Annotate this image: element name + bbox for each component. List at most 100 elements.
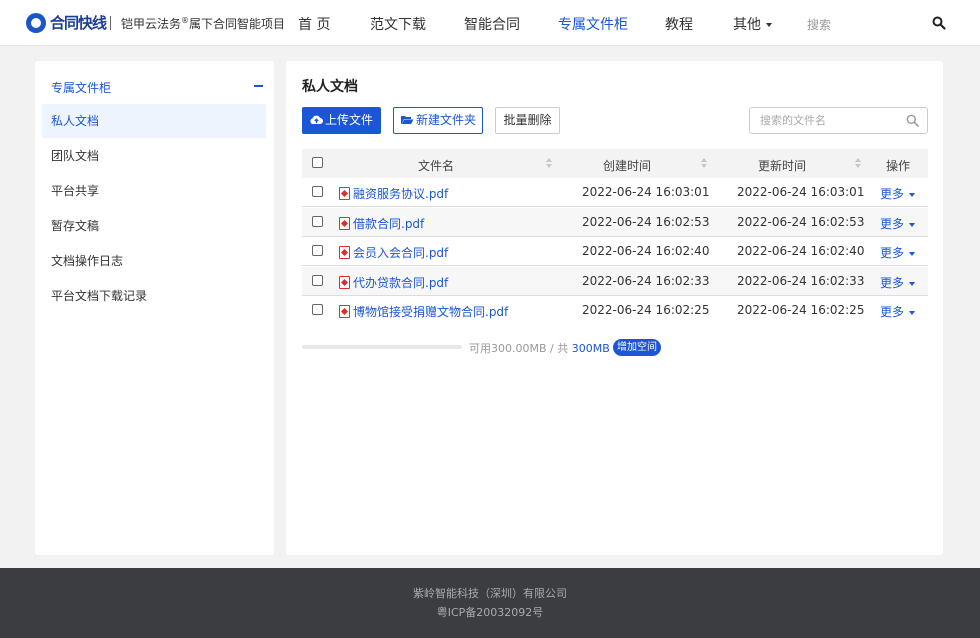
page-title: 私人文档 (302, 79, 358, 95)
file-name-link[interactable]: 代办贷款合同.pdf (353, 274, 448, 291)
logo-icon (26, 12, 46, 33)
top-header: 合同快线 铠甲云法务®属下合同智能项目 首 页 范文下载 智能合同 专属文件柜 … (0, 0, 980, 46)
updated-time: 2022-06-24 16:02:53 (737, 215, 865, 229)
logo-text: 合同快线 (50, 14, 107, 32)
created-time: 2022-06-24 16:02:40 (582, 244, 710, 258)
file-name-link[interactable]: 博物馆接受捐赠文物合同.pdf (353, 303, 508, 320)
table-row: 会员入会合同.pdf 2022-06-24 16:02:40 2022-06-2… (302, 237, 928, 266)
folder-open-icon (400, 116, 414, 124)
more-actions-dropdown[interactable]: 更多 (880, 244, 916, 261)
more-actions-label: 更多 (880, 305, 905, 319)
more-actions-label: 更多 (880, 276, 905, 290)
more-actions-label: 更多 (880, 217, 905, 231)
logo-subtitle: 铠甲云法务®属下合同智能项目 (121, 16, 286, 31)
chevron-down-icon (909, 281, 916, 286)
nav-templates[interactable]: 范文下载 (370, 14, 426, 34)
footer-icp[interactable]: 粤ICP备20032092号 (0, 604, 980, 620)
more-actions-label: 更多 (880, 246, 905, 260)
table-header: 文件名 创建时间 更新时间 操作 (302, 149, 928, 178)
sort-icon[interactable] (546, 158, 552, 169)
sidebar-heading-label: 专属文件柜 (51, 81, 112, 95)
nav-file-cabinet[interactable]: 专属文件柜 (558, 14, 628, 34)
search-icon[interactable] (932, 16, 946, 30)
pdf-file-icon (339, 246, 350, 259)
table-row: 博物馆接受捐赠文物合同.pdf 2022-06-24 16:02:25 2022… (302, 296, 928, 325)
file-search-input[interactable] (751, 109, 899, 132)
file-name-link[interactable]: 会员入会合同.pdf (353, 244, 448, 261)
header-search-link[interactable]: 搜索 (807, 16, 831, 33)
chevron-down-icon (909, 192, 916, 197)
more-actions-dropdown[interactable]: 更多 (880, 215, 916, 232)
pdf-file-icon (339, 187, 350, 200)
new-folder-button[interactable]: 新建文件夹 (393, 107, 483, 134)
row-checkbox[interactable] (312, 245, 323, 256)
column-header-filename: 文件名 (418, 159, 455, 173)
file-name-link[interactable]: 借款合同.pdf (353, 215, 424, 232)
nav-other[interactable]: 其他 (733, 14, 772, 34)
more-actions-dropdown[interactable]: 更多 (880, 303, 916, 320)
created-time: 2022-06-24 16:03:01 (582, 185, 710, 199)
sidebar-item-team-docs[interactable]: 团队文档 (42, 139, 266, 173)
row-checkbox[interactable] (312, 304, 323, 315)
new-folder-button-label: 新建文件夹 (415, 113, 476, 127)
storage-progress-bar (302, 345, 462, 349)
select-all-checkbox[interactable] (312, 157, 323, 168)
logo[interactable]: 合同快线 (26, 12, 107, 33)
chevron-down-icon (909, 251, 916, 256)
main-panel: 私人文档 上传文件 新建文件夹 批量删除 文件名 创建时间 更新时间 操作 (286, 61, 943, 555)
more-actions-label: 更多 (880, 187, 905, 201)
column-header-updated: 更新时间 (758, 159, 807, 173)
nav-smart-contract[interactable]: 智能合同 (464, 14, 520, 34)
upload-button[interactable]: 上传文件 (302, 107, 381, 134)
pdf-file-icon (339, 276, 350, 289)
table-row: 借款合同.pdf 2022-06-24 16:02:53 2022-06-24 … (302, 208, 928, 237)
more-actions-dropdown[interactable]: 更多 (880, 274, 916, 291)
search-icon[interactable] (906, 114, 919, 127)
sidebar-item-download-records[interactable]: 平台文档下载记录 (42, 279, 266, 313)
collapse-icon[interactable] (254, 85, 263, 87)
created-time: 2022-06-24 16:02:33 (582, 274, 710, 288)
batch-delete-button[interactable]: 批量删除 (495, 107, 560, 134)
row-checkbox[interactable] (312, 186, 323, 197)
storage-total: 300MB (571, 342, 610, 355)
sort-icon[interactable] (701, 158, 707, 169)
pdf-file-icon (339, 305, 350, 318)
storage-usage-text: 可用300.00MB / 共 300MB (469, 340, 610, 356)
updated-time: 2022-06-24 16:03:01 (737, 185, 865, 199)
nav-tutorial[interactable]: 教程 (665, 14, 693, 34)
pdf-file-icon (339, 217, 350, 230)
footer-company: 紫岭智能科技（深圳）有限公司 (413, 587, 567, 600)
row-checkbox[interactable] (312, 275, 323, 286)
sort-icon[interactable] (855, 158, 861, 169)
chevron-down-icon (909, 310, 916, 315)
chevron-down-icon (766, 23, 772, 27)
nav-other-label: 其他 (733, 17, 761, 33)
add-space-button[interactable]: 增加空间 (613, 339, 661, 356)
file-search-box (749, 107, 928, 134)
logo-divider (110, 16, 111, 30)
cloud-upload-icon (310, 115, 323, 124)
table-row: 融资服务协议.pdf 2022-06-24 16:03:01 2022-06-2… (302, 178, 928, 207)
updated-time: 2022-06-24 16:02:40 (737, 244, 865, 258)
sidebar-item-operation-log[interactable]: 文档操作日志 (42, 244, 266, 278)
sidebar: 专属文件柜 私人文档 团队文档 平台共享 暂存文稿 文档操作日志 平台文档下载记… (35, 61, 274, 555)
updated-time: 2022-06-24 16:02:33 (737, 274, 865, 288)
column-header-actions: 操作 (886, 159, 911, 173)
nav-home[interactable]: 首 页 (298, 14, 330, 34)
footer: 紫岭智能科技（深圳）有限公司 粤ICP备20032092号 (0, 568, 980, 638)
column-header-created: 创建时间 (603, 159, 652, 173)
upload-button-label: 上传文件 (324, 113, 373, 127)
created-time: 2022-06-24 16:02:25 (582, 303, 710, 317)
table-row: 代办贷款合同.pdf 2022-06-24 16:02:33 2022-06-2… (302, 267, 928, 296)
updated-time: 2022-06-24 16:02:25 (737, 303, 865, 317)
created-time: 2022-06-24 16:02:53 (582, 215, 710, 229)
more-actions-dropdown[interactable]: 更多 (880, 185, 916, 202)
file-name-link[interactable]: 融资服务协议.pdf (353, 185, 448, 202)
storage-available: 可用300.00MB / 共 (469, 342, 569, 355)
chevron-down-icon (909, 222, 916, 227)
sidebar-item-platform-share[interactable]: 平台共享 (42, 174, 266, 208)
sidebar-item-private-docs[interactable]: 私人文档 (42, 104, 266, 138)
row-checkbox[interactable] (312, 216, 323, 227)
sidebar-item-drafts[interactable]: 暂存文稿 (42, 209, 266, 243)
sidebar-heading[interactable]: 专属文件柜 (35, 75, 274, 97)
